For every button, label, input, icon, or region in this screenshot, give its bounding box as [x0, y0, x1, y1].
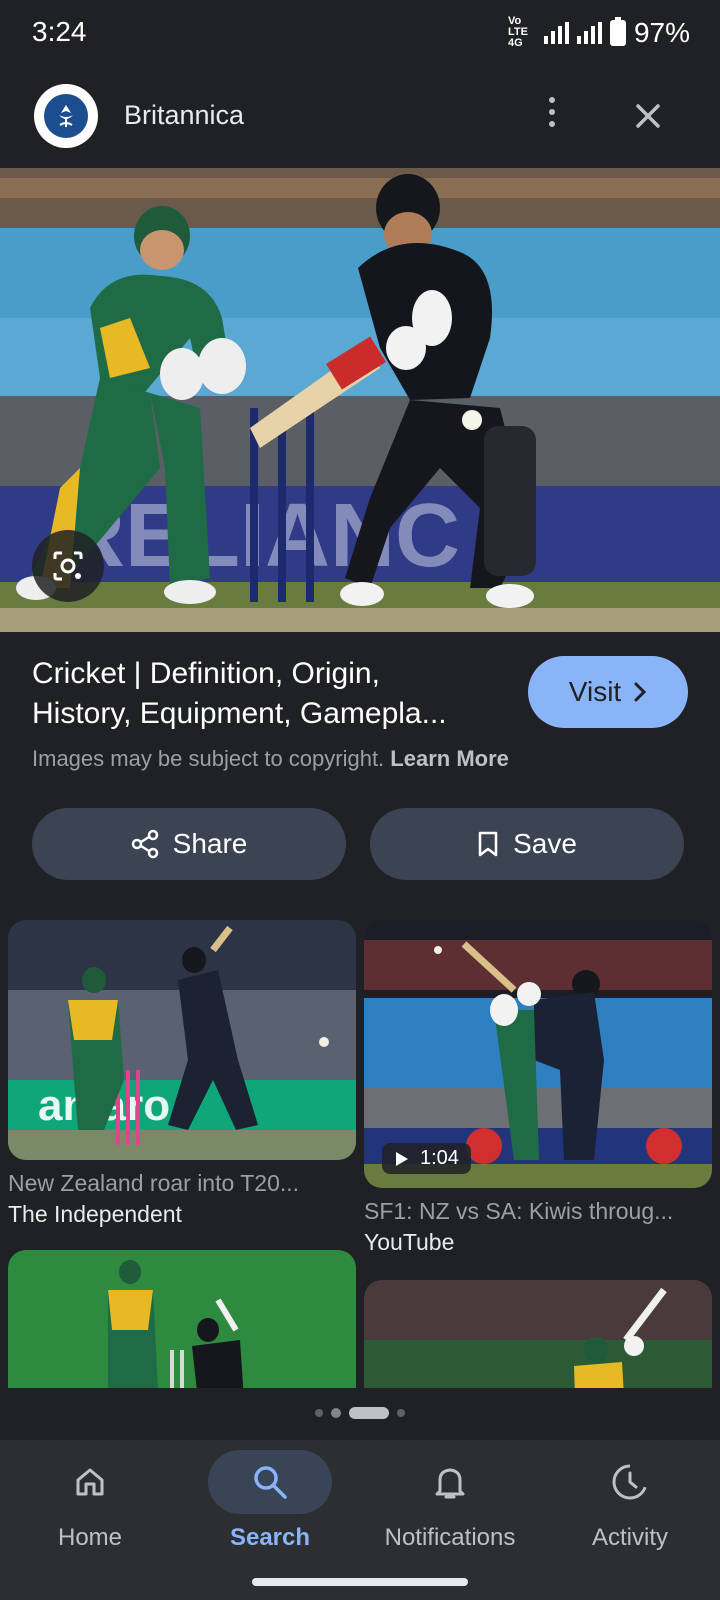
bottom-navigation: Home Search Notifications Activity [0, 1440, 720, 1600]
network-type-label: Vo LTE 4G [507, 15, 528, 49]
more-options-icon[interactable] [538, 94, 566, 134]
nav-activity-label: Activity [591, 1524, 668, 1551]
share-icon [131, 829, 158, 859]
status-bar: 3:24 Vo LTE 4G 97% [0, 0, 720, 66]
site-name[interactable]: Britannica [124, 100, 244, 131]
related-card[interactable] [364, 1280, 712, 1388]
battery-icon [609, 16, 626, 46]
result-title-line2: History, Equipment, Gamepla... [32, 697, 447, 730]
related-title: New Zealand roar into T20... [8, 1170, 300, 1196]
bell-icon [388, 1450, 512, 1514]
signal-icon-2 [576, 21, 602, 44]
source-header: Britannica [0, 78, 720, 154]
thistle-icon [44, 94, 88, 138]
search-icon [208, 1450, 332, 1514]
share-label: Share [172, 828, 248, 859]
page-dot[interactable] [331, 1408, 341, 1418]
nav-home-label: Home [57, 1524, 123, 1551]
related-thumbnail[interactable] [8, 1250, 356, 1388]
video-duration-badge: 1:04 [382, 1143, 471, 1174]
britannica-logo[interactable] [34, 84, 98, 148]
status-icons: Vo LTE 4G 97% [508, 16, 690, 49]
share-button[interactable]: Share [32, 808, 346, 880]
save-button[interactable]: Save [370, 808, 684, 880]
video-duration: 1:04 [420, 1147, 459, 1169]
signal-icon [543, 21, 569, 44]
related-images-grid: amaro New Zealand roar into T20... The I… [0, 918, 720, 1388]
visit-label: Visit [568, 676, 622, 707]
nav-notifications-label: Notifications [384, 1524, 516, 1551]
related-card[interactable]: amaro New Zealand roar into T20... The I… [8, 920, 356, 1228]
page-dot-active[interactable] [349, 1407, 389, 1419]
related-card[interactable]: 1:04 SF1: NZ vs SA: Kiwis throug... YouT… [364, 920, 712, 1256]
save-label: Save [513, 828, 577, 859]
pagination-dots [0, 1407, 720, 1419]
home-icon [28, 1450, 152, 1514]
related-thumbnail[interactable] [364, 1280, 712, 1388]
visit-button[interactable]: Visit [528, 656, 688, 728]
nav-notifications[interactable]: Notifications [360, 1440, 540, 1560]
close-icon[interactable] [630, 98, 666, 134]
play-icon [396, 1151, 408, 1166]
related-thumbnail[interactable]: amaro [8, 920, 356, 1160]
related-source: YouTube [364, 1229, 455, 1255]
related-source: The Independent [8, 1201, 182, 1227]
page-dot[interactable] [315, 1409, 323, 1417]
bookmark-icon [478, 831, 498, 857]
nav-home[interactable]: Home [0, 1440, 180, 1560]
related-thumbnail[interactable]: 1:04 [364, 920, 712, 1188]
related-title: SF1: NZ vs SA: Kiwis throug... [364, 1198, 674, 1224]
google-lens-button[interactable] [32, 530, 104, 602]
battery-percent: 97% [633, 16, 690, 48]
page-dot[interactable] [397, 1409, 405, 1417]
status-time: 3:24 [32, 16, 87, 47]
copyright-text: Images may be subject to copyright. [32, 746, 385, 771]
related-card[interactable] [8, 1250, 356, 1388]
learn-more-link[interactable]: Learn More [390, 746, 509, 771]
result-title-line1: Cricket | Definition, Origin, [32, 657, 380, 690]
nav-search-label: Search [229, 1524, 311, 1551]
nav-search[interactable]: Search [180, 1440, 360, 1560]
result-title[interactable]: Cricket | Definition, Origin, History, E… [32, 654, 502, 734]
lens-icon [53, 551, 83, 581]
activity-icon [568, 1450, 692, 1514]
nav-activity[interactable]: Activity [540, 1440, 720, 1560]
chevron-right-icon [634, 682, 647, 702]
cricket-main-image[interactable]: RELIANC [0, 168, 720, 632]
copyright-notice: Images may be subject to copyright. Lear… [32, 746, 509, 772]
gesture-home-bar[interactable] [252, 1578, 468, 1586]
